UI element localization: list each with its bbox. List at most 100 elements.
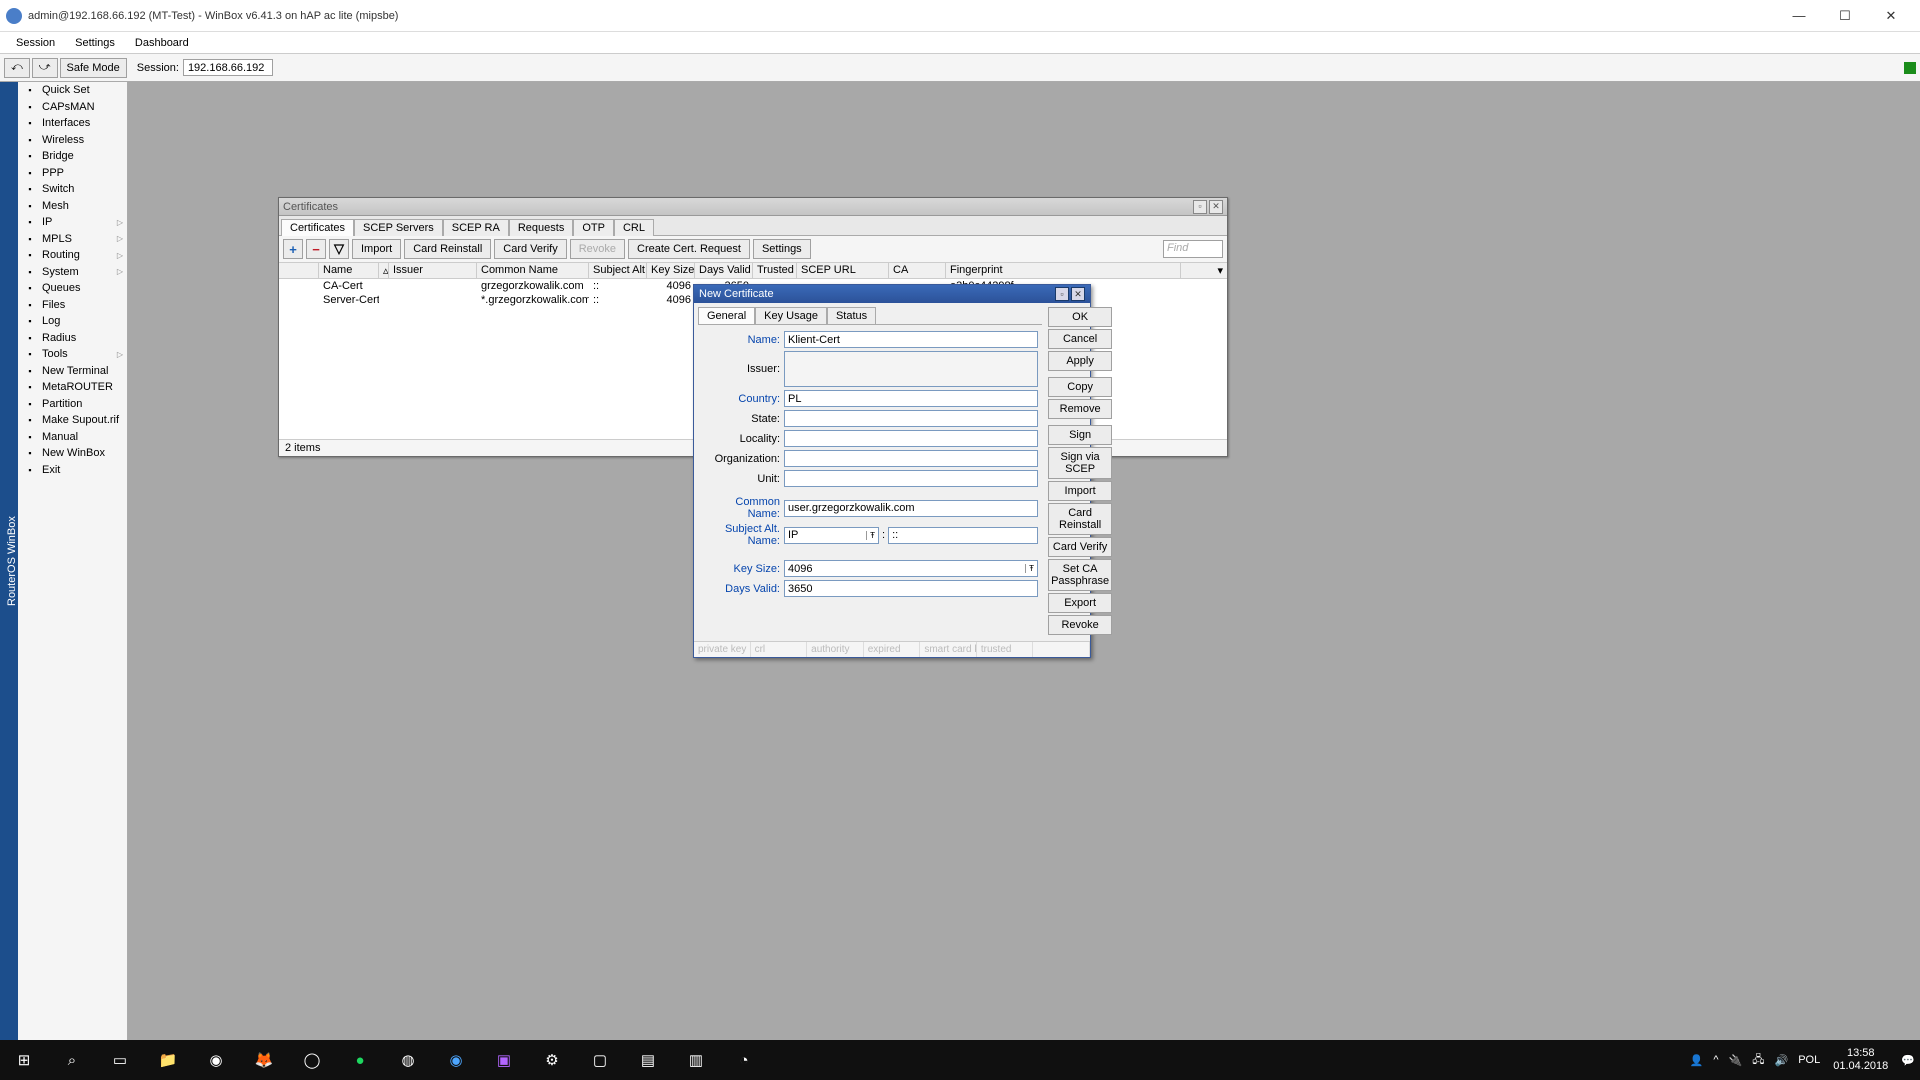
sidebar-item-make-supout.rif[interactable]: ▪Make Supout.rif bbox=[18, 412, 127, 429]
app-icon-5[interactable]: ⚙ bbox=[528, 1040, 576, 1080]
task-view-icon[interactable]: ▭ bbox=[96, 1040, 144, 1080]
sidebar-item-ip[interactable]: ▪IP▷ bbox=[18, 214, 127, 231]
start-button[interactable]: ⊞ bbox=[0, 1040, 48, 1080]
tray-volume-icon[interactable]: 🔊 bbox=[1770, 1054, 1794, 1067]
sidebar-item-partition[interactable]: ▪Partition bbox=[18, 396, 127, 413]
card-reinstall-button[interactable]: Card Reinstall bbox=[404, 239, 491, 259]
find-input[interactable]: Find bbox=[1163, 240, 1223, 258]
tray-up-icon[interactable]: ^ bbox=[1708, 1054, 1723, 1066]
menu-session[interactable]: Session bbox=[6, 35, 65, 51]
import-button[interactable]: Import bbox=[352, 239, 401, 259]
tab-general[interactable]: General bbox=[698, 307, 755, 324]
sidebar-item-files[interactable]: ▪Files bbox=[18, 297, 127, 314]
sidebar-item-routing[interactable]: ▪Routing▷ bbox=[18, 247, 127, 264]
tray-power-icon[interactable]: 🔌 bbox=[1724, 1054, 1748, 1067]
certwin-minimize-icon[interactable]: ▫ bbox=[1193, 200, 1207, 214]
remove-button[interactable]: − bbox=[306, 239, 326, 259]
sidebar-item-manual[interactable]: ▪Manual bbox=[18, 429, 127, 446]
tab-scep-servers[interactable]: SCEP Servers bbox=[354, 219, 443, 236]
days-valid-input[interactable] bbox=[784, 580, 1038, 597]
card-verify-button[interactable]: Card Verify bbox=[494, 239, 566, 259]
app-icon-2[interactable]: ◍ bbox=[384, 1040, 432, 1080]
newcert-close-icon[interactable]: ✕ bbox=[1071, 287, 1085, 301]
spotify-icon[interactable]: ● bbox=[336, 1040, 384, 1080]
tray-people-icon[interactable]: 👤 bbox=[1685, 1054, 1709, 1067]
sidebar-item-wireless[interactable]: ▪Wireless bbox=[18, 132, 127, 149]
card-reinstall-button[interactable]: Card Reinstall bbox=[1048, 503, 1112, 535]
key-size-select[interactable]: 4096Ŧ bbox=[784, 560, 1038, 577]
add-button[interactable]: + bbox=[283, 239, 303, 259]
sidebar-item-tools[interactable]: ▪Tools▷ bbox=[18, 346, 127, 363]
sidebar-item-log[interactable]: ▪Log bbox=[18, 313, 127, 330]
copy-button[interactable]: Copy bbox=[1048, 377, 1112, 397]
tab-status[interactable]: Status bbox=[827, 307, 876, 324]
chrome-icon[interactable]: ◯ bbox=[288, 1040, 336, 1080]
sidebar-item-new-winbox[interactable]: ▪New WinBox bbox=[18, 445, 127, 462]
sidebar-item-new-terminal[interactable]: ▪New Terminal bbox=[18, 363, 127, 380]
cert-settings-button[interactable]: Settings bbox=[753, 239, 811, 259]
app-icon-3[interactable]: ◉ bbox=[432, 1040, 480, 1080]
maximize-button[interactable]: ☐ bbox=[1822, 1, 1868, 31]
san-type-select[interactable]: IPŦ bbox=[784, 527, 879, 544]
cancel-button[interactable]: Cancel bbox=[1048, 329, 1112, 349]
app-icon-1[interactable]: ◉ bbox=[192, 1040, 240, 1080]
certificates-titlebar[interactable]: Certificates ▫ ✕ bbox=[279, 198, 1227, 216]
safe-mode-button[interactable]: Safe Mode bbox=[60, 58, 127, 78]
set-ca-passphrase-button[interactable]: Set CA Passphrase bbox=[1048, 559, 1112, 591]
create-cert-request-button[interactable]: Create Cert. Request bbox=[628, 239, 750, 259]
revoke-button[interactable]: Revoke bbox=[570, 239, 625, 259]
tray-notifications-icon[interactable]: 💬 bbox=[1896, 1054, 1920, 1067]
remove-button[interactable]: Remove bbox=[1048, 399, 1112, 419]
redo-button[interactable]: ⤻ bbox=[32, 58, 58, 78]
undo-button[interactable]: ⤺ bbox=[4, 58, 30, 78]
search-icon[interactable]: ⌕ bbox=[48, 1040, 96, 1080]
sidebar-item-system[interactable]: ▪System▷ bbox=[18, 264, 127, 281]
ok-button[interactable]: OK bbox=[1048, 307, 1112, 327]
filter-button[interactable]: ▽ bbox=[329, 239, 349, 259]
sidebar-item-mesh[interactable]: ▪Mesh bbox=[18, 198, 127, 215]
tab-otp[interactable]: OTP bbox=[573, 219, 614, 236]
session-input[interactable] bbox=[183, 59, 273, 76]
sidebar-item-metarouter[interactable]: ▪MetaROUTER bbox=[18, 379, 127, 396]
tray-lang[interactable]: POL bbox=[1793, 1054, 1825, 1066]
menu-settings[interactable]: Settings bbox=[65, 35, 125, 51]
sidebar-item-queues[interactable]: ▪Queues bbox=[18, 280, 127, 297]
import-button[interactable]: Import bbox=[1048, 481, 1112, 501]
newcert-titlebar[interactable]: New Certificate ▫ ✕ bbox=[694, 285, 1090, 303]
newcert-minimize-icon[interactable]: ▫ bbox=[1055, 287, 1069, 301]
system-tray[interactable]: 👤 ^ 🔌 🖧 🔊 POL 13:58 01.04.2018 💬 bbox=[1685, 1047, 1920, 1073]
san-value-input[interactable] bbox=[888, 527, 1038, 544]
sidebar-item-interfaces[interactable]: ▪Interfaces bbox=[18, 115, 127, 132]
tab-key-usage[interactable]: Key Usage bbox=[755, 307, 827, 324]
windows-taskbar[interactable]: ⊞ ⌕ ▭ 📁 ◉ 🦊 ◯ ● ◍ ◉ ▣ ⚙ ▢ ▤ ▥ ◔ 👤 ^ 🔌 🖧 … bbox=[0, 1040, 1920, 1080]
tab-crl[interactable]: CRL bbox=[614, 219, 654, 236]
tab-certificates[interactable]: Certificates bbox=[281, 219, 354, 236]
tab-requests[interactable]: Requests bbox=[509, 219, 573, 236]
locality-input[interactable] bbox=[784, 430, 1038, 447]
app-icon-4[interactable]: ▣ bbox=[480, 1040, 528, 1080]
sidebar-item-switch[interactable]: ▪Switch bbox=[18, 181, 127, 198]
name-input[interactable] bbox=[784, 331, 1038, 348]
sign-via-scep-button[interactable]: Sign via SCEP bbox=[1048, 447, 1112, 479]
app-icon-9[interactable]: ◔ bbox=[720, 1040, 768, 1080]
card-verify-button[interactable]: Card Verify bbox=[1048, 537, 1112, 557]
sidebar-item-exit[interactable]: ▪Exit bbox=[18, 462, 127, 479]
organization-input[interactable] bbox=[784, 450, 1038, 467]
app-icon-7[interactable]: ▤ bbox=[624, 1040, 672, 1080]
sign-button[interactable]: Sign bbox=[1048, 425, 1112, 445]
explorer-icon[interactable]: 📁 bbox=[144, 1040, 192, 1080]
sidebar-item-capsman[interactable]: ▪CAPsMAN bbox=[18, 99, 127, 116]
close-button[interactable]: ✕ bbox=[1868, 1, 1914, 31]
menu-dashboard[interactable]: Dashboard bbox=[125, 35, 199, 51]
column-picker-icon[interactable]: ▾ bbox=[1181, 263, 1227, 278]
unit-input[interactable] bbox=[784, 470, 1038, 487]
tray-network-icon[interactable]: 🖧 bbox=[1747, 1051, 1769, 1070]
sidebar-item-ppp[interactable]: ▪PPP bbox=[18, 165, 127, 182]
certwin-close-icon[interactable]: ✕ bbox=[1209, 200, 1223, 214]
tray-clock[interactable]: 13:58 01.04.2018 bbox=[1825, 1047, 1896, 1073]
sidebar-item-mpls[interactable]: ▪MPLS▷ bbox=[18, 231, 127, 248]
common-name-input[interactable] bbox=[784, 500, 1038, 517]
tab-scep-ra[interactable]: SCEP RA bbox=[443, 219, 509, 236]
firefox-icon[interactable]: 🦊 bbox=[240, 1040, 288, 1080]
sidebar-item-bridge[interactable]: ▪Bridge bbox=[18, 148, 127, 165]
